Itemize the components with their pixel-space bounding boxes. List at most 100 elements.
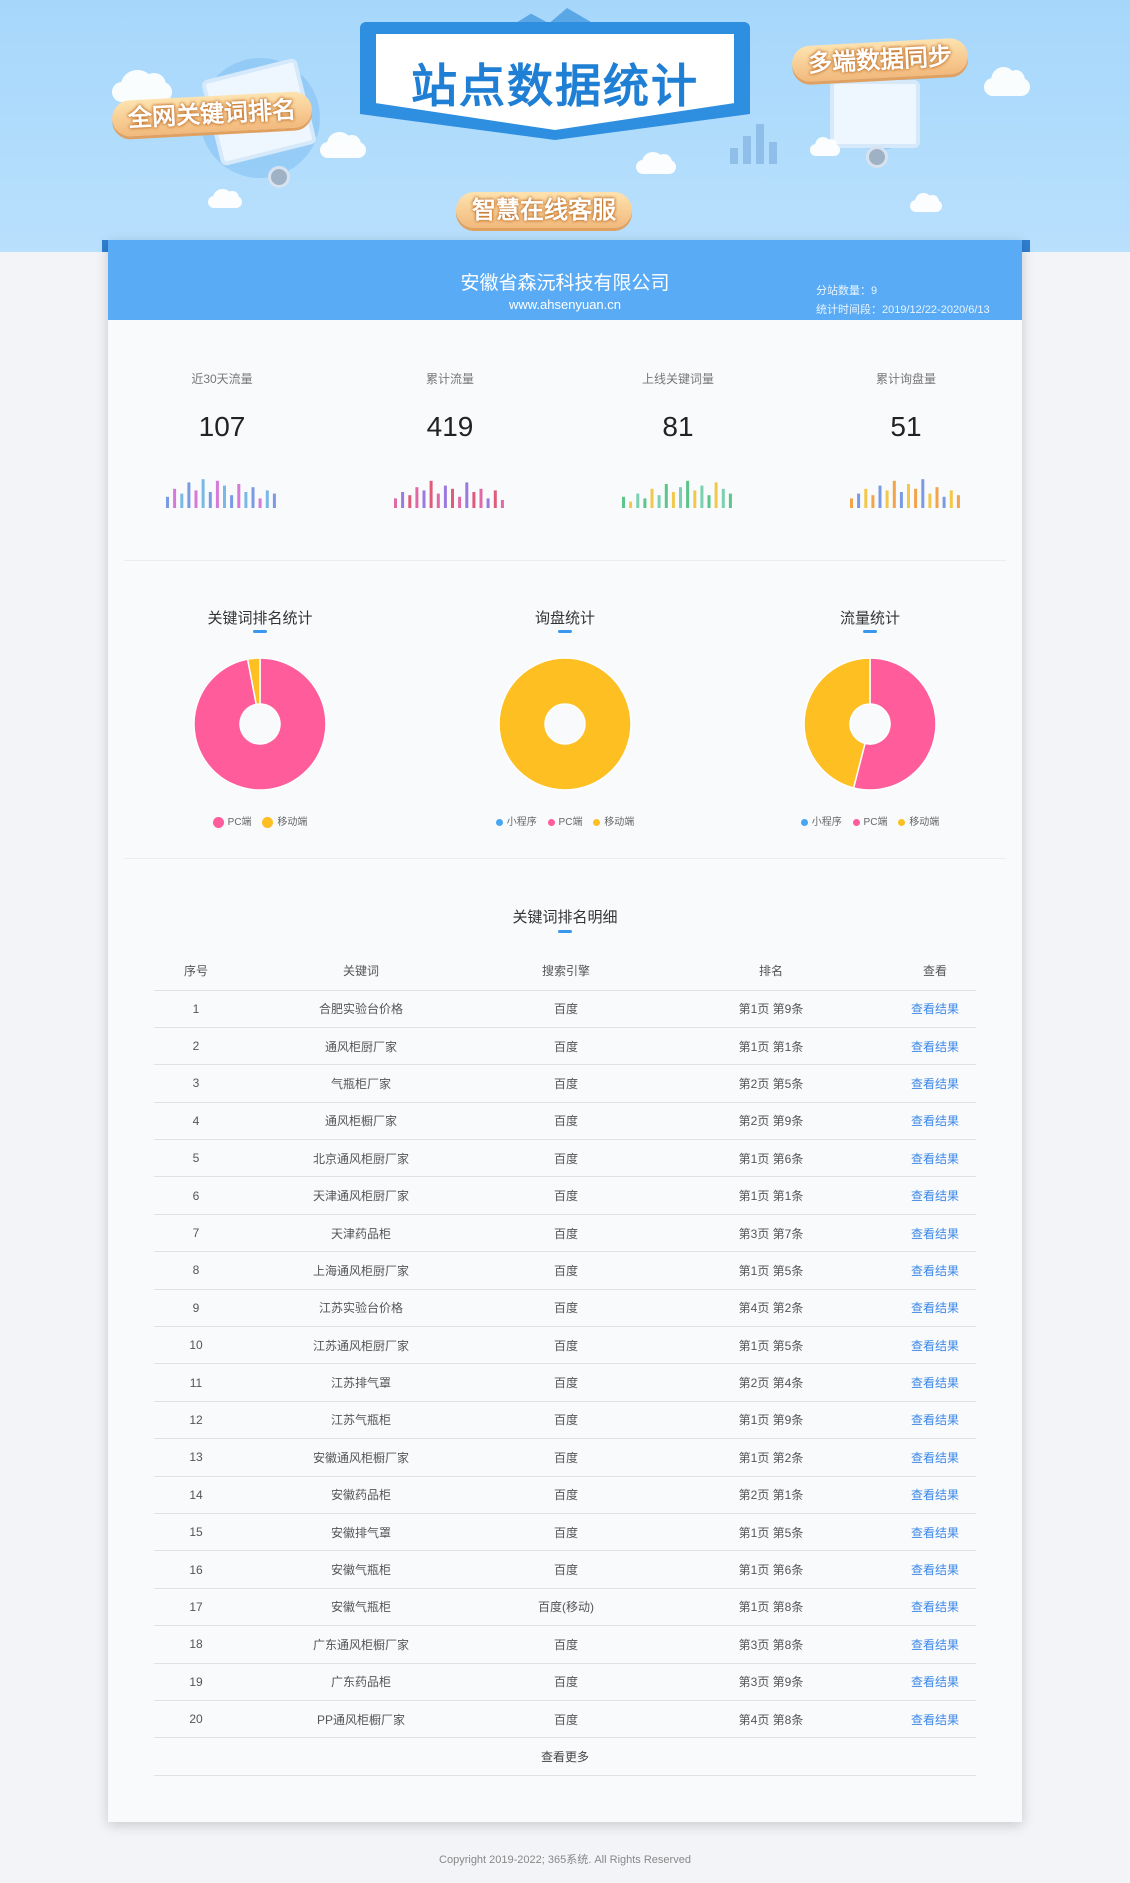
table-row: 13 安徽通风柜橱厂家 百度 第1页 第2条 查看结果 — [154, 1438, 976, 1477]
spark-bar — [194, 490, 198, 508]
view-result-link[interactable]: 查看结果 — [911, 1077, 959, 1091]
cell-rank: 第1页 第6条 — [648, 1550, 894, 1589]
cell-engine: 百度 — [484, 990, 648, 1028]
pie-chart — [498, 657, 632, 791]
legend-item-pc[interactable]: PC端 — [547, 813, 582, 828]
cell-rank: 第1页 第9条 — [648, 1401, 894, 1440]
header-view: 查看 — [894, 952, 976, 991]
cell-engine: 百度(移动) — [484, 1588, 648, 1627]
view-result-cell: 查看结果 — [894, 1064, 976, 1103]
stat-inquiries-total: 累计询盘量 51 — [792, 370, 1020, 443]
legend-label: 小程序 — [506, 817, 537, 828]
view-result-link[interactable]: 查看结果 — [911, 1301, 959, 1315]
view-result-link[interactable]: 查看结果 — [911, 1713, 959, 1727]
legend-item-mobile[interactable]: 移动端 — [898, 813, 939, 828]
view-result-link[interactable]: 查看结果 — [911, 1638, 959, 1652]
view-result-link[interactable]: 查看结果 — [911, 1227, 959, 1241]
table-header-row: 序号 关键词 搜索引擎 排名 查看 — [154, 952, 976, 991]
cell-engine: 百度 — [484, 1513, 648, 1552]
view-result-cell: 查看结果 — [894, 1588, 976, 1627]
cell-rank: 第1页 第2条 — [648, 1438, 894, 1477]
view-result-cell: 查看结果 — [894, 990, 976, 1028]
cell-no: 2 — [154, 1027, 238, 1066]
legend-label: PC端 — [227, 817, 252, 828]
cell-no: 9 — [154, 1289, 238, 1328]
pie-title: 关键词排名统计 — [207, 610, 313, 627]
legend-dot-mobile — [262, 816, 274, 828]
legend-item-mini[interactable]: 小程序 — [800, 813, 842, 828]
legend-item-pc[interactable]: PC端 — [852, 813, 888, 828]
cell-engine: 百度 — [484, 1438, 648, 1477]
view-result-link[interactable]: 查看结果 — [911, 1002, 959, 1016]
table-row: 9 江苏实验台价格 百度 第4页 第2条 查看结果 — [154, 1289, 976, 1328]
view-result-link[interactable]: 查看结果 — [911, 1488, 959, 1502]
view-result-cell: 查看结果 — [894, 1550, 976, 1589]
cell-rank: 第2页 第1条 — [648, 1476, 894, 1514]
pie-slice-mobile[interactable] — [498, 657, 632, 791]
cell-engine: 百度 — [484, 1214, 648, 1253]
legend-dot-pc — [212, 816, 224, 828]
spark-bar — [230, 495, 234, 508]
title-underline — [558, 930, 572, 933]
view-result-link[interactable]: 查看结果 — [911, 1376, 959, 1390]
spark-bar — [258, 498, 262, 508]
cell-keyword: 天津药品柜 — [238, 1214, 484, 1253]
view-result-link[interactable]: 查看结果 — [911, 1264, 959, 1278]
spark-bar — [215, 480, 219, 508]
view-result-link[interactable]: 查看结果 — [911, 1675, 959, 1689]
view-result-link[interactable]: 查看结果 — [911, 1040, 959, 1054]
cell-keyword: 安徽通风柜橱厂家 — [238, 1438, 484, 1477]
stat-value: 107 — [198, 411, 246, 442]
spark-bar — [671, 492, 675, 508]
spark-bar — [394, 498, 397, 508]
view-result-link[interactable]: 查看结果 — [911, 1114, 959, 1128]
legend-label: PC端 — [863, 817, 888, 828]
table-title: 关键词排名明细 — [512, 909, 618, 926]
spark-bar — [472, 492, 476, 508]
pin-icon — [866, 146, 888, 168]
chart-legend: 小程序 PC端 移动端 — [718, 813, 1022, 828]
legend-item-mobile[interactable]: 移动端 — [262, 813, 307, 828]
spark-bar — [479, 488, 483, 508]
spark-bar — [451, 488, 454, 508]
cell-keyword: 合肥实验台价格 — [238, 990, 484, 1028]
sparkline-keywords-online — [622, 480, 732, 508]
spark-bar — [949, 490, 953, 508]
view-result-link[interactable]: 查看结果 — [911, 1526, 959, 1540]
table-row: 15 安徽排气罩 百度 第1页 第5条 查看结果 — [154, 1513, 976, 1552]
spark-bar — [657, 495, 661, 508]
cell-rank: 第3页 第7条 — [648, 1214, 894, 1253]
view-result-cell: 查看结果 — [894, 1027, 976, 1066]
view-result-link[interactable]: 查看结果 — [911, 1152, 959, 1166]
legend-item-pc[interactable]: PC端 — [212, 813, 252, 828]
view-more-link[interactable]: 查看更多 — [154, 1737, 976, 1777]
legend-item-mini[interactable]: 小程序 — [495, 813, 537, 828]
view-result-link[interactable]: 查看结果 — [911, 1563, 959, 1577]
view-result-link[interactable]: 查看结果 — [911, 1189, 959, 1203]
cell-keyword: 安徽排气罩 — [238, 1513, 484, 1552]
table-row: 7 天津药品柜 百度 第3页 第7条 查看结果 — [154, 1214, 976, 1253]
cell-no: 17 — [154, 1588, 238, 1627]
spark-bar — [664, 484, 668, 508]
table-row: 16 安徽气瓶柜 百度 第1页 第6条 查看结果 — [154, 1550, 976, 1589]
cell-no: 11 — [154, 1363, 238, 1402]
spark-bar — [935, 487, 939, 508]
company-name: 安徽省森沅科技有限公司 — [460, 273, 670, 294]
view-result-link[interactable]: 查看结果 — [911, 1451, 959, 1465]
stats-row: 近30天流量 107 累计流量 419 上线关键词量 81 累计询盘量 51 — [108, 370, 1022, 525]
spark-bar — [679, 487, 682, 508]
legend-item-mobile[interactable]: 移动端 — [593, 813, 634, 828]
cell-engine: 百度 — [484, 1102, 648, 1141]
spark-bar — [693, 490, 697, 508]
view-result-link[interactable]: 查看结果 — [911, 1600, 959, 1614]
sparkline-traffic-30d — [166, 479, 276, 508]
view-result-cell: 查看结果 — [894, 1176, 976, 1215]
view-result-link[interactable]: 查看结果 — [911, 1413, 959, 1427]
pie-title: 流量统计 — [839, 610, 900, 627]
spark-bar — [942, 496, 946, 508]
view-result-link[interactable]: 查看结果 — [911, 1339, 959, 1353]
view-result-cell: 查看结果 — [894, 1251, 976, 1290]
table-row: 19 广东药品柜 百度 第3页 第9条 查看结果 — [154, 1663, 976, 1701]
stat-value: 81 — [662, 411, 694, 442]
pie-keyword-ranking: 关键词排名统计 PC端 移动端 — [108, 600, 412, 840]
